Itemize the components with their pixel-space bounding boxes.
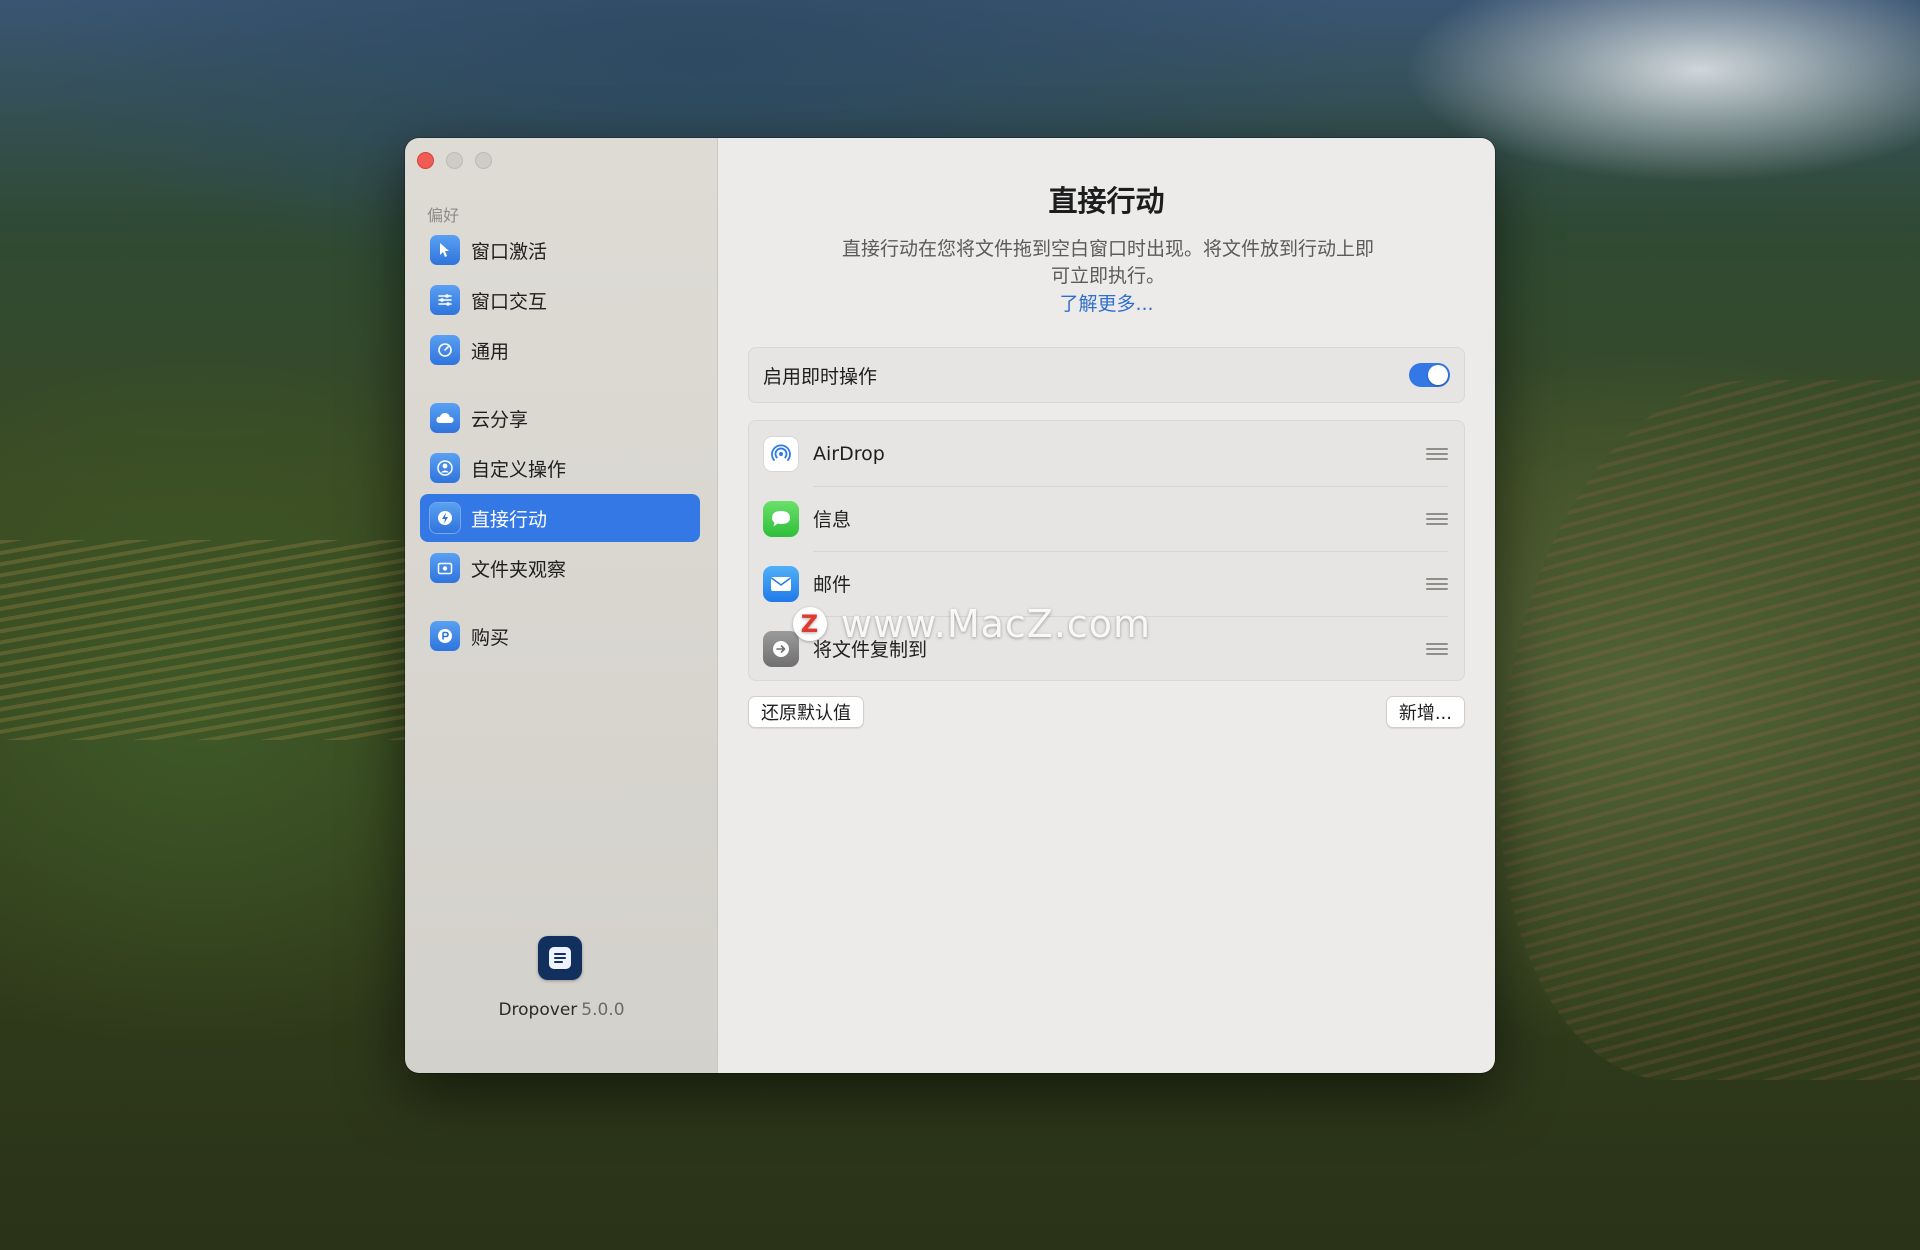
sidebar-item-label: 直接行动 (471, 508, 548, 531)
sidebar-item-direct-actions[interactable]: 直接行动 (420, 494, 700, 542)
minimize-button[interactable] (446, 152, 463, 169)
sidebar-item-window-interaction[interactable]: 窗口交互 (420, 276, 700, 324)
zoom-button[interactable] (475, 152, 492, 169)
sidebar: 偏好 窗口激活 窗口交互 通用 云分享 自定义操作 直接行动 文件夹观察 购买 … (405, 138, 718, 1073)
sidebar-item-folder-watch[interactable]: 文件夹观察 (420, 544, 700, 592)
page-description: 直接行动在您将文件拖到空白窗口时出现。将文件放到行动上即可立即执行。 (841, 238, 1374, 287)
watermark-logo-letter: Z (800, 610, 820, 638)
sidebar-item-general[interactable]: 通用 (420, 326, 700, 374)
person-icon (430, 453, 460, 483)
wallpaper-hillside (0, 540, 420, 740)
drag-handle-icon[interactable] (1426, 512, 1448, 525)
app-version: 5.0.0 (581, 1000, 625, 1020)
dropover-app-icon (538, 936, 582, 980)
sidebar-item-label: 自定义操作 (471, 458, 567, 481)
sidebar-item-label: 文件夹观察 (471, 558, 567, 581)
action-label: AirDrop (813, 442, 885, 465)
add-action-button[interactable]: 新增... (1385, 696, 1465, 728)
switch-knob (1428, 365, 1448, 385)
close-button[interactable] (417, 152, 434, 169)
sidebar-item-label: 窗口激活 (471, 240, 548, 263)
app-name: Dropover (498, 1000, 578, 1020)
gauge-icon (430, 335, 460, 365)
page-title: 直接行动 (1048, 184, 1165, 218)
learn-more-link[interactable]: 了解更多... (718, 289, 1495, 316)
cursor-icon (430, 235, 460, 265)
drag-handle-icon[interactable] (1426, 577, 1448, 590)
mail-icon (763, 565, 799, 602)
list-item[interactable]: 信息 (749, 486, 1464, 551)
app-version-label: Dropover 5.0.0 (405, 1000, 718, 1020)
messages-icon (763, 500, 799, 537)
drag-handle-icon[interactable] (1426, 642, 1448, 655)
sidebar-nav: 窗口激活 窗口交互 通用 云分享 自定义操作 直接行动 文件夹观察 购买 (420, 226, 700, 662)
sidebar-item-custom-actions[interactable]: 自定义操作 (420, 444, 700, 492)
sidebar-item-label: 购买 (471, 626, 510, 649)
list-item[interactable]: AirDrop (749, 421, 1464, 486)
instant-actions-switch[interactable] (1409, 363, 1450, 387)
toggle-label: 启用即时操作 (763, 365, 878, 388)
sidebar-item-label: 通用 (471, 340, 510, 363)
coin-icon (430, 621, 460, 651)
watermark-logo-icon: Z (793, 607, 827, 641)
window-controls (417, 152, 492, 169)
sidebar-item-cloud-share[interactable]: 云分享 (420, 394, 700, 442)
bolt-icon (430, 503, 460, 533)
watermark: Z www.MacZ.com (793, 602, 1151, 646)
sidebar-item-label: 云分享 (471, 408, 529, 431)
wallpaper-vineyard (1500, 380, 1920, 1080)
sidebar-item-window-activation[interactable]: 窗口激活 (420, 226, 700, 274)
instant-actions-toggle-row: 启用即时操作 (748, 347, 1465, 403)
sliders-icon (430, 285, 460, 315)
sidebar-section-label: 偏好 (427, 206, 460, 225)
restore-defaults-button[interactable]: 还原默认值 (748, 696, 864, 728)
airdrop-icon (763, 435, 799, 472)
folder-eye-icon (430, 553, 460, 583)
action-label: 信息 (813, 509, 852, 531)
action-label: 邮件 (813, 574, 852, 596)
cloud-icon (430, 403, 460, 433)
sidebar-item-label: 窗口交互 (471, 290, 548, 313)
drag-handle-icon[interactable] (1426, 447, 1448, 460)
sidebar-item-purchase[interactable]: 购买 (420, 612, 700, 660)
watermark-text: www.MacZ.com (841, 602, 1152, 646)
